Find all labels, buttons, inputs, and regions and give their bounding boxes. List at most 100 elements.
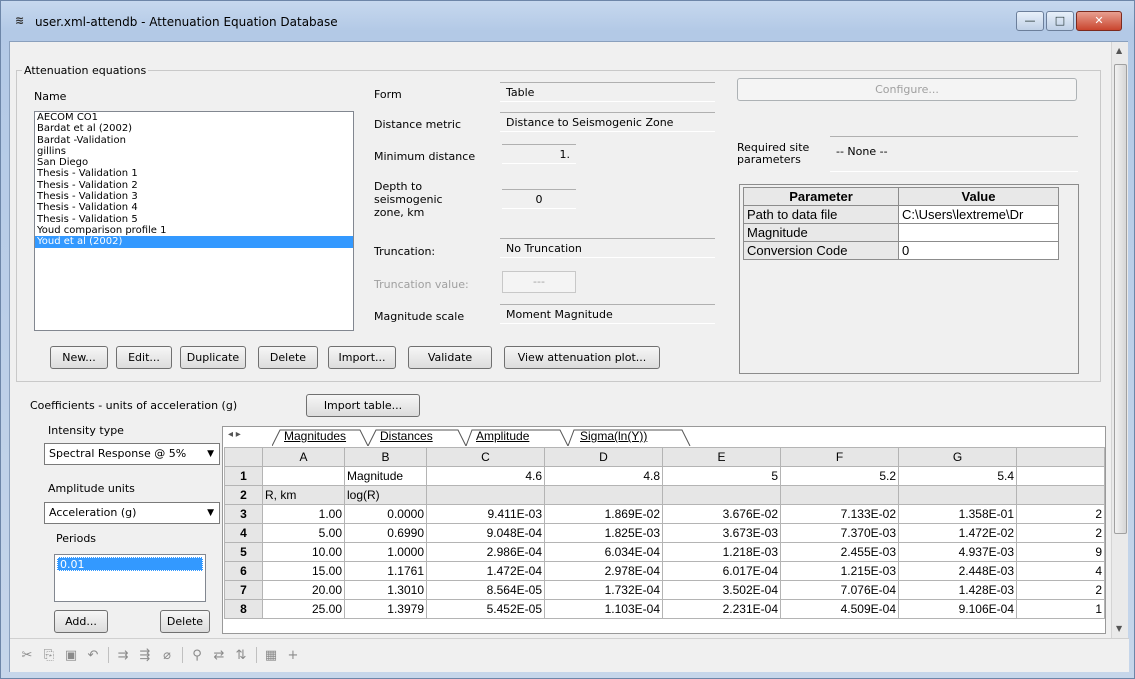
add-period-button[interactable]: Add... xyxy=(54,610,108,633)
equation-item[interactable]: Thesis - Validation 1 xyxy=(35,168,353,179)
grid-cell[interactable]: 15.00 xyxy=(262,561,345,581)
view-attenuation-plot-button[interactable]: View attenuation plot... xyxy=(504,346,660,369)
tab-distances[interactable]: Distances xyxy=(380,428,433,445)
grid-cell[interactable]: 2.978E-04 xyxy=(544,561,663,581)
validate-button[interactable]: Validate xyxy=(408,346,492,369)
equation-item[interactable]: Thesis - Validation 2 xyxy=(35,180,353,191)
maximize-button[interactable]: □ xyxy=(1046,11,1074,31)
replace-icon[interactable]: ⇄ xyxy=(210,647,228,665)
grid-cell[interactable]: 2 xyxy=(1016,523,1105,543)
grid-cell[interactable]: 25.00 xyxy=(262,599,345,619)
param-value[interactable]: 0 xyxy=(898,241,1059,260)
row-header[interactable]: 1 xyxy=(224,466,263,486)
grid-cell[interactable]: 9.411E-03 xyxy=(426,504,545,524)
grid-cell[interactable]: 5.452E-05 xyxy=(426,599,545,619)
equation-item[interactable]: gillins xyxy=(35,146,353,157)
grid-cell[interactable] xyxy=(780,485,899,505)
grid-cell[interactable]: 2.986E-04 xyxy=(426,542,545,562)
tab-magnitudes[interactable]: Magnitudes xyxy=(284,428,346,445)
grid-cell[interactable]: 1.358E-01 xyxy=(898,504,1017,524)
sort-icon[interactable]: ⇅ xyxy=(232,647,250,665)
grid-cell[interactable]: 3.502E-04 xyxy=(662,580,781,600)
grid-cell[interactable]: 3.676E-02 xyxy=(662,504,781,524)
configure-button[interactable]: Configure... xyxy=(737,78,1077,101)
row-header[interactable]: 8 xyxy=(224,599,263,619)
add-icon[interactable]: + xyxy=(284,647,302,665)
row-header[interactable]: 3 xyxy=(224,504,263,524)
column-header[interactable] xyxy=(1016,447,1105,467)
grid-cell[interactable]: 1 xyxy=(1016,599,1105,619)
periods-list[interactable]: 0.01 xyxy=(54,554,206,602)
grid-cell[interactable]: 4.6 xyxy=(426,466,545,486)
grid-cell[interactable]: 1.732E-04 xyxy=(544,580,663,600)
grid-cell[interactable]: 1.0000 xyxy=(344,542,427,562)
grid-cell[interactable]: 5.2 xyxy=(780,466,899,486)
grid-cell[interactable]: 4.937E-03 xyxy=(898,542,1017,562)
grid-cell[interactable]: 1.218E-03 xyxy=(662,542,781,562)
equation-item[interactable]: Bardat et al (2002) xyxy=(35,123,353,134)
grid-cell[interactable]: 4.509E-04 xyxy=(780,599,899,619)
grid-cell[interactable]: 8.564E-05 xyxy=(426,580,545,600)
column-header[interactable]: C xyxy=(426,447,545,467)
duplicate-button[interactable]: Duplicate xyxy=(180,346,246,369)
tab-sigma[interactable]: Sigma(ln(Y)) xyxy=(580,428,647,445)
row-header[interactable]: 2 xyxy=(224,485,263,505)
insert-col-icon[interactable]: ⇶ xyxy=(136,647,154,665)
grid-cell[interactable] xyxy=(426,485,545,505)
column-header[interactable]: G xyxy=(898,447,1017,467)
amplitude-units-select[interactable]: Acceleration (g) ▼ xyxy=(44,502,220,524)
close-button[interactable]: ✕ xyxy=(1076,11,1122,31)
delete-button[interactable]: Delete xyxy=(258,346,318,369)
grid-cell[interactable]: 1.1761 xyxy=(344,561,427,581)
column-header[interactable]: E xyxy=(662,447,781,467)
intensity-type-select[interactable]: Spectral Response @ 5% ▼ xyxy=(44,443,220,465)
grid-cell[interactable]: 4 xyxy=(1016,561,1105,581)
column-header[interactable]: A xyxy=(262,447,345,467)
grid-icon[interactable]: ▦ xyxy=(262,647,280,665)
grid-cell[interactable]: 1.00 xyxy=(262,504,345,524)
grid-cell[interactable]: 1.472E-02 xyxy=(898,523,1017,543)
grid-cell[interactable]: 1.3010 xyxy=(344,580,427,600)
import-table-button[interactable]: Import table... xyxy=(306,394,420,417)
equation-item[interactable]: Thesis - Validation 4 xyxy=(35,202,353,213)
grid-cell[interactable]: 10.00 xyxy=(262,542,345,562)
grid-cell[interactable]: 3.673E-03 xyxy=(662,523,781,543)
new-button[interactable]: New... xyxy=(50,346,108,369)
grid-cell[interactable]: 7.076E-04 xyxy=(780,580,899,600)
grid-cell[interactable]: 7.370E-03 xyxy=(780,523,899,543)
grid-cell[interactable]: 2 xyxy=(1016,580,1105,600)
grid-cell[interactable]: 1.428E-03 xyxy=(898,580,1017,600)
grid-cell[interactable] xyxy=(1016,485,1105,505)
grid-cell[interactable]: 20.00 xyxy=(262,580,345,600)
equation-item[interactable]: Bardat -Validation xyxy=(35,135,353,146)
coefficients-grid[interactable]: A B C D E F G 1 Magnitude 4.6 4.8 5 5.2 5.4 2 R, km log(… xyxy=(224,447,1105,619)
edit-button[interactable]: Edit... xyxy=(116,346,172,369)
grid-cell[interactable]: R, km xyxy=(262,485,345,505)
clear-icon[interactable]: ⌀ xyxy=(158,647,176,665)
row-header[interactable]: 4 xyxy=(224,523,263,543)
scroll-up-icon[interactable]: ▲ xyxy=(1116,46,1122,55)
equation-item[interactable]: San Diego xyxy=(35,157,353,168)
equation-item[interactable]: Youd et al (2002) xyxy=(35,236,353,248)
equation-item[interactable]: AECOM CO1 xyxy=(35,112,353,123)
copy-icon[interactable]: ⎘ xyxy=(40,647,58,665)
column-header[interactable]: B xyxy=(344,447,427,467)
column-header[interactable]: F xyxy=(780,447,899,467)
find-icon[interactable]: ⚲ xyxy=(188,647,206,665)
import-button[interactable]: Import... xyxy=(328,346,396,369)
paste-icon[interactable]: ▣ xyxy=(62,647,80,665)
equation-item[interactable]: Thesis - Validation 5 xyxy=(35,214,353,225)
grid-cell[interactable]: log(R) xyxy=(344,485,427,505)
equation-item[interactable]: Youd comparison profile 1 xyxy=(35,225,353,236)
grid-cell[interactable]: 7.133E-02 xyxy=(780,504,899,524)
grid-cell[interactable] xyxy=(662,485,781,505)
grid-cell[interactable]: 1.103E-04 xyxy=(544,599,663,619)
grid-cell[interactable]: 5.00 xyxy=(262,523,345,543)
grid-cell[interactable]: 1.825E-03 xyxy=(544,523,663,543)
grid-cell[interactable]: 6.034E-04 xyxy=(544,542,663,562)
row-header[interactable]: 7 xyxy=(224,580,263,600)
scroll-thumb[interactable] xyxy=(1114,64,1127,534)
grid-cell[interactable]: 1.869E-02 xyxy=(544,504,663,524)
tab-amplitude[interactable]: Amplitude xyxy=(476,428,529,445)
grid-cell[interactable]: 2 xyxy=(1016,504,1105,524)
